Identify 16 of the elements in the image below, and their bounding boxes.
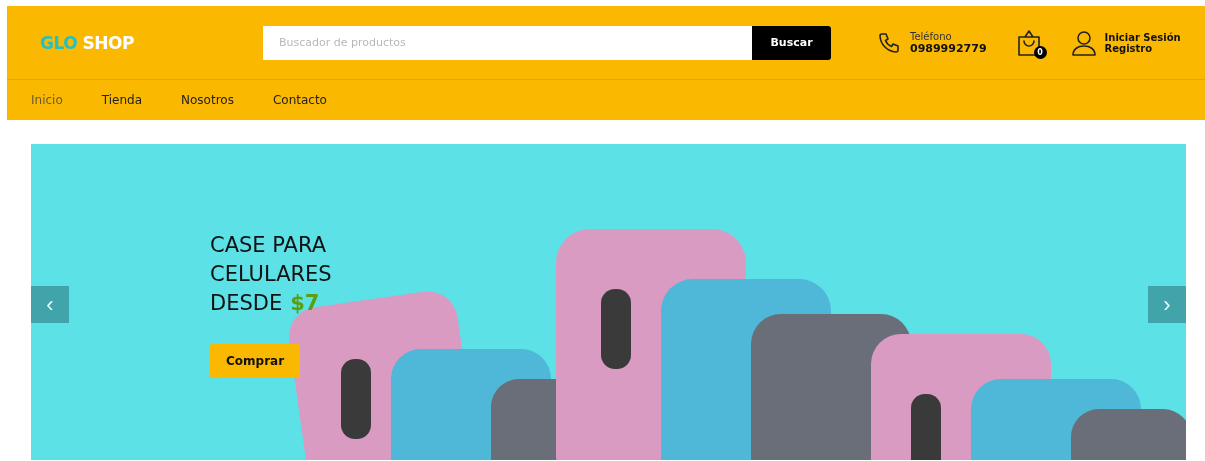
search-button[interactable]: Buscar — [752, 25, 831, 60]
phone-icon — [877, 30, 901, 55]
user-icon[interactable] — [1070, 29, 1097, 56]
phone-label: Teléfono — [910, 30, 953, 42]
nav-link[interactable]: Nosotros — [181, 93, 234, 107]
hero-headline: CASE PARA CELULARES DESDE $7 — [210, 232, 333, 317]
login-link[interactable]: Iniciar Sesión — [1104, 31, 1181, 43]
shopping-bag-icon[interactable] — [1016, 28, 1041, 57]
phone-number: 0989992779 — [910, 41, 987, 55]
nav-link[interactable]: Contacto — [272, 93, 327, 107]
buy-button[interactable]: Comprar — [210, 344, 301, 378]
nav-link[interactable]: Tienda — [101, 93, 143, 107]
search-field[interactable]: Buscador de productos — [263, 25, 752, 60]
cart-count: 0 — [1033, 45, 1047, 59]
nav-link[interactable]: Inicio — [31, 93, 63, 107]
register-link[interactable]: Registro — [1104, 42, 1181, 54]
